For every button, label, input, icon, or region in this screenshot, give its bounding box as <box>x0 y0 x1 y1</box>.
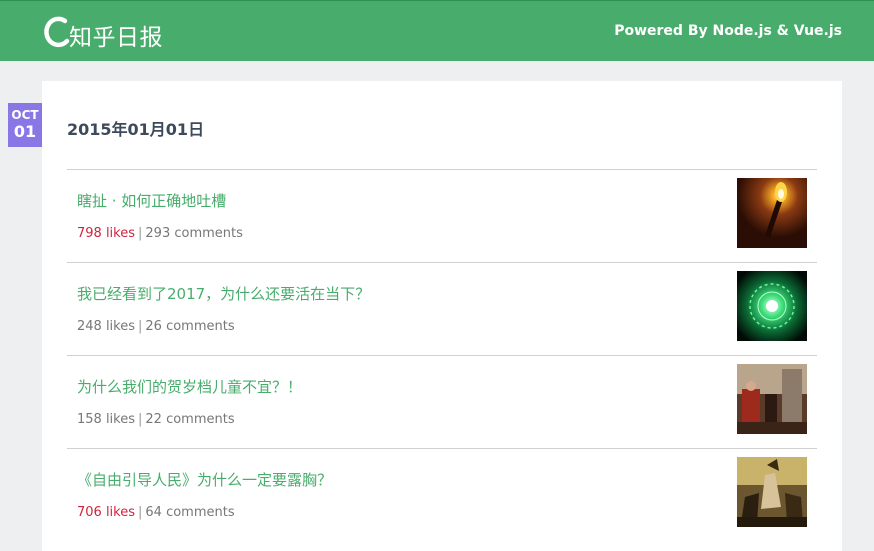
torch-image[interactable] <box>737 178 807 248</box>
story-item[interactable]: 瞎扯 · 如何正确地吐槽 798 likes | 293 comments <box>67 169 817 262</box>
story-likes: 158 likes <box>77 412 136 427</box>
story-comments: 293 comments <box>145 226 243 241</box>
story-title[interactable]: 为什么我们的贺岁档儿童不宜？！ <box>77 376 302 397</box>
movie-scene-image[interactable] <box>737 364 807 434</box>
meta-separator: | <box>138 505 143 520</box>
date-badge-day: 01 <box>13 122 37 141</box>
date-badge-month: OCT <box>11 108 39 122</box>
story-likes: 706 likes <box>77 505 136 520</box>
story-meta: 798 likes | 293 comments <box>77 226 243 241</box>
meta-separator: | <box>138 412 143 427</box>
logo-text: 知乎日报 <box>69 25 163 51</box>
story-meta: 248 likes | 26 comments <box>77 319 235 334</box>
painting-image[interactable] <box>737 457 807 527</box>
story-comments: 22 comments <box>145 412 235 427</box>
story-title[interactable]: 我已经看到了2017，为什么还要活在当下？ <box>77 283 370 304</box>
date-badge: OCT 01 <box>8 103 42 147</box>
story-comments: 64 comments <box>145 505 235 520</box>
powered-by-text: Powered By Node.js & Vue.js <box>614 23 842 39</box>
story-likes: 248 likes <box>77 319 136 334</box>
stories-card: 2015年01月01日 瞎扯 · 如何正确地吐槽 798 likes | 293 c… <box>42 81 842 551</box>
top-bar: 知乎日报 Powered By Node.js & Vue.js <box>0 0 874 61</box>
story-meta: 158 likes | 22 comments <box>77 412 235 427</box>
story-list: 瞎扯 · 如何正确地吐槽 798 likes | 293 comments 我已… <box>67 169 817 541</box>
story-title[interactable]: 瞎扯 · 如何正确地吐槽 <box>77 190 226 211</box>
story-meta: 706 likes | 64 comments <box>77 505 235 520</box>
meta-separator: | <box>138 319 143 334</box>
story-item[interactable]: 我已经看到了2017，为什么还要活在当下？ 248 likes | 26 comme… <box>67 262 817 355</box>
story-title[interactable]: 《自由引导人民》为什么一定要露胸？ <box>77 469 332 490</box>
meta-separator: | <box>138 226 143 241</box>
story-likes: 798 likes <box>77 226 136 241</box>
logo[interactable]: 知乎日报 <box>43 11 163 53</box>
story-comments: 26 comments <box>145 319 235 334</box>
green-orb-image[interactable] <box>737 271 807 341</box>
story-item[interactable]: 《自由引导人民》为什么一定要露胸？ 706 likes | 64 comments <box>67 448 817 541</box>
story-item[interactable]: 为什么我们的贺岁档儿童不宜？！ 158 likes | 22 comments <box>67 355 817 448</box>
day-title: 2015年01月01日 <box>67 120 205 139</box>
